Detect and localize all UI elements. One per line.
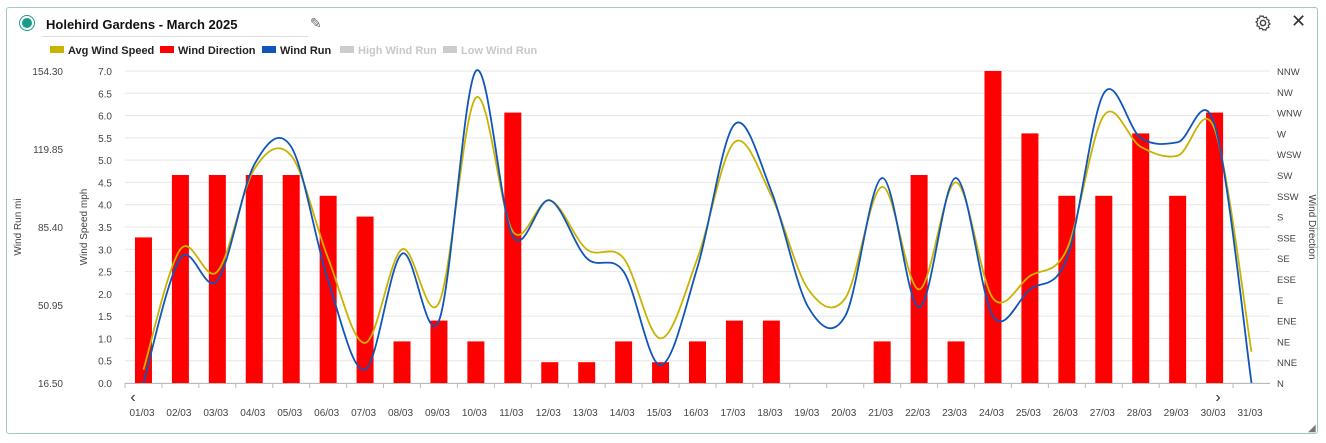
- wind-direction-bar: [578, 362, 596, 383]
- wind-direction-tick-label: ESE: [1277, 275, 1296, 286]
- wind-direction-bar: [504, 112, 522, 383]
- wind-direction-bar: [615, 341, 633, 383]
- wind-direction-bar: [541, 362, 559, 383]
- wind-speed-tick-label: 5.0: [98, 156, 112, 167]
- wind-run-tick-label: 16.50: [38, 379, 63, 390]
- x-tick-label: 21/03: [868, 408, 893, 419]
- wind-direction-bar: [689, 341, 706, 383]
- wind-direction-bar: [282, 175, 300, 383]
- wind-direction-tick-label: NNW: [1277, 67, 1300, 78]
- wind-speed-tick-label: 2.5: [98, 268, 112, 279]
- wind-speed-tick-label: 0.5: [98, 357, 112, 368]
- wind-speed-tick-label: 3.0: [98, 245, 112, 256]
- wind-direction-bar: [947, 341, 965, 383]
- wind-run-tick-label: 50.95: [38, 301, 63, 312]
- wind-speed-tick-label: 6.0: [98, 112, 112, 123]
- wind-direction-bar: [873, 341, 891, 383]
- x-tick-label: 09/03: [425, 408, 450, 419]
- wind-direction-bar: [1058, 195, 1076, 383]
- x-tick-label: 24/03: [979, 408, 1004, 419]
- wind-run-tick-label: 119.85: [33, 145, 63, 156]
- resize-handle-icon[interactable]: ◢: [1308, 423, 1316, 434]
- wind-direction-tick-label: NNE: [1277, 358, 1297, 369]
- x-tick-label: 16/03: [684, 408, 709, 419]
- wind-speed-axis-title: Wind Speed mph: [79, 189, 90, 266]
- chart-plot: 7.0 6.5 6.0 5.5 5.0 4.5 4.0 3.5 3.0 2.5 2.0 1.5 1.0 0…: [13, 67, 1317, 419]
- wind-speed-tick-label: 1.5: [98, 312, 112, 323]
- x-tick-label: 01/03: [129, 408, 154, 419]
- wind-direction-bar: [910, 175, 928, 383]
- wind-speed-tick-label: 2.0: [98, 290, 112, 301]
- x-tick-label: 23/03: [942, 408, 967, 419]
- wind-speed-tick-label: 5.5: [98, 134, 112, 145]
- x-tick-label: 20/03: [831, 408, 856, 419]
- wind-direction-bar: [1021, 133, 1039, 383]
- x-tick-label: 07/03: [351, 408, 376, 419]
- x-tick-label: 13/03: [573, 408, 598, 419]
- x-tick-label: 28/03: [1127, 408, 1152, 419]
- wind-direction-tick-label: WSW: [1277, 150, 1301, 161]
- wind-speed-tick-label: 7.0: [98, 67, 112, 78]
- wind-run-tick-label: 85.40: [38, 223, 63, 234]
- wind-direction-bar: [467, 341, 485, 383]
- wind-direction-tick-label: NE: [1277, 337, 1290, 348]
- wind-direction-tick-label: ENE: [1277, 317, 1297, 328]
- x-tick-label: 15/03: [647, 408, 672, 419]
- wind-direction-tick-label: NW: [1277, 88, 1293, 99]
- x-tick-label: 30/03: [1201, 408, 1226, 419]
- wind-direction-bar: [319, 195, 337, 383]
- x-tick-label: 08/03: [388, 408, 413, 419]
- wind-direction-bar: [393, 341, 411, 383]
- wind-run-axis-title: Wind Run mi: [13, 198, 24, 255]
- wind-run-tick-label: 154.30: [32, 67, 63, 78]
- wind-direction-bar: [762, 320, 780, 383]
- x-tick-label: 03/03: [203, 408, 228, 419]
- wind-direction-tick-label: SSW: [1277, 192, 1299, 203]
- x-tick-label: 10/03: [462, 408, 487, 419]
- wind-direction-bar: [1169, 195, 1187, 383]
- wind-direction-bar: [725, 320, 743, 383]
- wind-direction-bar: [356, 216, 374, 383]
- wind-direction-tick-label: S: [1277, 213, 1283, 224]
- x-tick-label: 05/03: [277, 408, 302, 419]
- wind-speed-tick-label: 6.5: [98, 89, 112, 100]
- wind-direction-bar: [1132, 133, 1150, 383]
- wind-direction-tick-label: WNW: [1277, 109, 1302, 120]
- wind-direction-bar: [245, 175, 263, 383]
- wind-direction-tick-label: SSE: [1277, 233, 1296, 244]
- x-tick-label: 31/03: [1238, 408, 1263, 419]
- wind-direction-bar: [1095, 195, 1113, 383]
- x-tick-label: 06/03: [314, 408, 339, 419]
- wind-speed-tick-label: 4.0: [98, 201, 112, 212]
- scroll-right-icon[interactable]: ›: [1215, 389, 1220, 406]
- scroll-left-icon[interactable]: ‹: [130, 389, 135, 406]
- wind-speed-tick-label: 1.0: [98, 334, 112, 345]
- wind-direction-tick-label: SW: [1277, 171, 1292, 182]
- x-tick-label: 17/03: [720, 408, 745, 419]
- wind-direction-bar: [430, 320, 448, 383]
- x-tick-label: 11/03: [499, 408, 524, 419]
- wind-speed-tick-label: 4.5: [98, 178, 112, 189]
- x-tick-label: 27/03: [1090, 408, 1115, 419]
- wind-speed-tick-label: 0.0: [98, 379, 112, 390]
- x-tick-label: 04/03: [240, 408, 265, 419]
- x-tick-label: 29/03: [1164, 408, 1189, 419]
- wind-direction-bar: [984, 71, 1002, 383]
- x-tick-label: 26/03: [1053, 408, 1078, 419]
- wind-direction-tick-label: N: [1277, 379, 1284, 390]
- x-tick-label: 12/03: [536, 408, 561, 419]
- wind-direction-axis-title: Wind Direction: [1306, 194, 1317, 259]
- wind-direction-tick-label: SE: [1277, 254, 1290, 265]
- wind-direction-tick-label: W: [1277, 129, 1286, 140]
- x-tick-label: 02/03: [166, 408, 191, 419]
- wind-speed-tick-label: 3.5: [98, 223, 112, 234]
- x-tick-label: 18/03: [757, 408, 782, 419]
- x-tick-label: 19/03: [794, 408, 819, 419]
- wind-direction-bar: [171, 175, 189, 383]
- x-tick-label: 14/03: [610, 408, 635, 419]
- x-tick-label: 22/03: [905, 408, 930, 419]
- wind-direction-tick-label: E: [1277, 296, 1283, 307]
- x-tick-label: 25/03: [1016, 408, 1041, 419]
